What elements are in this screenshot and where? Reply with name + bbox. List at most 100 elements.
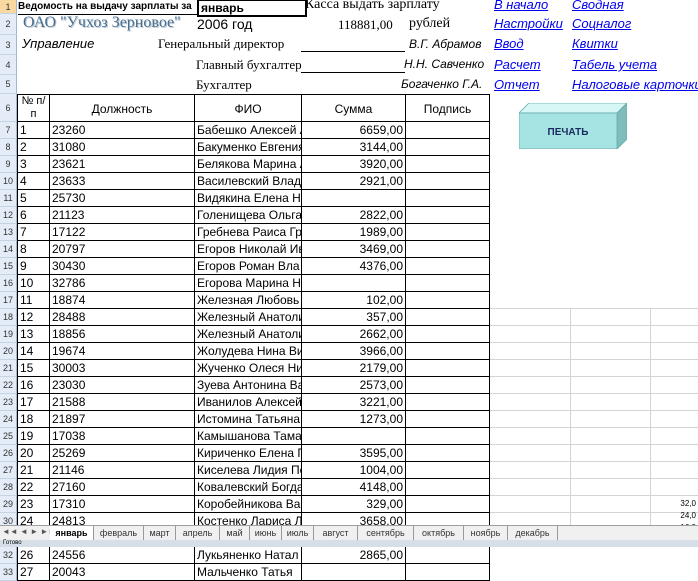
amount-cell[interactable]: 357,00 [302, 309, 406, 326]
amount-cell[interactable]: 4148,00 [302, 479, 406, 496]
row-header[interactable]: 21 [0, 360, 17, 377]
position-cell[interactable]: 21897 [50, 411, 195, 428]
amount-cell[interactable]: 3469,00 [302, 241, 406, 258]
row-number-cell[interactable]: 13 [17, 326, 50, 343]
amount-cell[interactable]: 3920,00 [302, 156, 406, 173]
tab-10[interactable]: октябрь [414, 526, 464, 540]
signature-cell[interactable] [406, 326, 490, 343]
link-timesheet[interactable]: Табель учета [572, 57, 657, 72]
link-receipts[interactable]: Квитки [572, 36, 618, 51]
row-number-cell[interactable]: 18 [17, 411, 50, 428]
signature-cell[interactable] [406, 496, 490, 513]
position-cell[interactable]: 17122 [50, 224, 195, 241]
row-number-cell[interactable]: 9 [17, 258, 50, 275]
row-number-cell[interactable]: 14 [17, 343, 50, 360]
tab-nav-buttons[interactable]: ◄◄ ◄ ► ►► [2, 527, 56, 536]
signature-cell[interactable] [406, 309, 490, 326]
row-header[interactable]: 18 [0, 309, 17, 326]
amount-cell[interactable]: 2822,00 [302, 207, 406, 224]
row-header[interactable]: 24 [0, 411, 17, 428]
tab-7[interactable]: июль [282, 526, 314, 540]
amount-cell[interactable] [302, 564, 406, 581]
position-cell[interactable]: 21123 [50, 207, 195, 224]
row-number-cell[interactable]: 22 [17, 479, 50, 496]
amount-cell[interactable]: 1004,00 [302, 462, 406, 479]
signature-cell[interactable] [406, 258, 490, 275]
amount-cell[interactable]: 1989,00 [302, 224, 406, 241]
position-cell[interactable]: 20043 [50, 564, 195, 581]
name-cell[interactable]: Видякина Елена Ни [195, 190, 302, 207]
signature-cell[interactable] [406, 377, 490, 394]
row-header[interactable]: 17 [0, 292, 17, 309]
signature-cell[interactable] [406, 394, 490, 411]
tab-5[interactable]: май [220, 526, 250, 540]
row-header[interactable]: 9 [0, 156, 17, 173]
position-cell[interactable]: 32786 [50, 275, 195, 292]
row-header[interactable]: 20 [0, 343, 17, 360]
row-header[interactable]: 14 [0, 241, 17, 258]
tab-1[interactable]: январь [50, 526, 94, 540]
name-cell[interactable]: Истомина Татьяна [195, 411, 302, 428]
signature-cell[interactable] [406, 139, 490, 156]
signature-cell[interactable] [406, 445, 490, 462]
amount-cell[interactable]: 6659,00 [302, 122, 406, 139]
row-number-cell[interactable]: 20 [17, 445, 50, 462]
row-number-cell[interactable]: 15 [17, 360, 50, 377]
position-cell[interactable]: 17310 [50, 496, 195, 513]
amount-cell[interactable]: 2573,00 [302, 377, 406, 394]
row-header[interactable]: 8 [0, 139, 17, 156]
name-cell[interactable]: Егоров Николай Ив [195, 241, 302, 258]
name-cell[interactable]: Гребнева Раиса Гр [195, 224, 302, 241]
name-cell[interactable]: Василевский Влади [195, 173, 302, 190]
link-input[interactable]: Ввод [494, 36, 524, 51]
position-cell[interactable]: 30003 [50, 360, 195, 377]
name-cell[interactable]: Лукьяненко Натал [195, 547, 302, 564]
link-calc[interactable]: Расчет [494, 57, 541, 72]
name-cell[interactable]: Жолудева Нина Ви [195, 343, 302, 360]
row-header[interactable]: 11 [0, 190, 17, 207]
row-header[interactable]: 12 [0, 207, 17, 224]
name-cell[interactable]: Бакуменко Евгения [195, 139, 302, 156]
name-cell[interactable]: Иванилов Алексей [195, 394, 302, 411]
tab-9[interactable]: сентябрь [358, 526, 414, 540]
row-number-cell[interactable]: 16 [17, 377, 50, 394]
row-number-cell[interactable]: 8 [17, 241, 50, 258]
position-cell[interactable]: 18874 [50, 292, 195, 309]
signature-cell[interactable] [406, 411, 490, 428]
name-cell[interactable]: Бабешко Алексей А [195, 122, 302, 139]
row-header[interactable]: 29 [0, 496, 17, 513]
amount-cell[interactable] [302, 275, 406, 292]
row-header[interactable]: 13 [0, 224, 17, 241]
position-cell[interactable]: 23633 [50, 173, 195, 190]
row-header[interactable]: 19 [0, 326, 17, 343]
position-cell[interactable]: 28488 [50, 309, 195, 326]
print-button[interactable]: ПЕЧАТЬ [519, 103, 627, 149]
amount-cell[interactable]: 2921,00 [302, 173, 406, 190]
position-cell[interactable]: 25269 [50, 445, 195, 462]
name-cell[interactable]: Железный Анатоли [195, 326, 302, 343]
name-cell[interactable]: Коробейникова Ва [195, 496, 302, 513]
row-number-cell[interactable]: 23 [17, 496, 50, 513]
tab-12[interactable]: декабрь [508, 526, 558, 540]
name-cell[interactable]: Ковалевский Богда [195, 479, 302, 496]
amount-cell[interactable]: 329,00 [302, 496, 406, 513]
row-number-cell[interactable]: 4 [17, 173, 50, 190]
link-start[interactable]: В начало [494, 0, 548, 12]
position-cell[interactable]: 31080 [50, 139, 195, 156]
row-number-cell[interactable]: 10 [17, 275, 50, 292]
signature-cell[interactable] [406, 360, 490, 377]
tab-8[interactable]: август [314, 526, 358, 540]
row-header[interactable]: 28 [0, 479, 17, 496]
name-cell[interactable]: Кириченко Елена П [195, 445, 302, 462]
signature-cell[interactable] [406, 224, 490, 241]
amount-cell[interactable]: 3595,00 [302, 445, 406, 462]
position-cell[interactable]: 21588 [50, 394, 195, 411]
name-cell[interactable]: Зуева Антонина Ва [195, 377, 302, 394]
position-cell[interactable]: 30430 [50, 258, 195, 275]
link-social-tax[interactable]: Соцналог [572, 16, 631, 31]
name-cell[interactable]: Жученко Олеся Ни [195, 360, 302, 377]
signature-cell[interactable] [406, 122, 490, 139]
amount-cell[interactable]: 4376,00 [302, 258, 406, 275]
name-cell[interactable]: Голенищева Ольга [195, 207, 302, 224]
row-number-cell[interactable]: 12 [17, 309, 50, 326]
